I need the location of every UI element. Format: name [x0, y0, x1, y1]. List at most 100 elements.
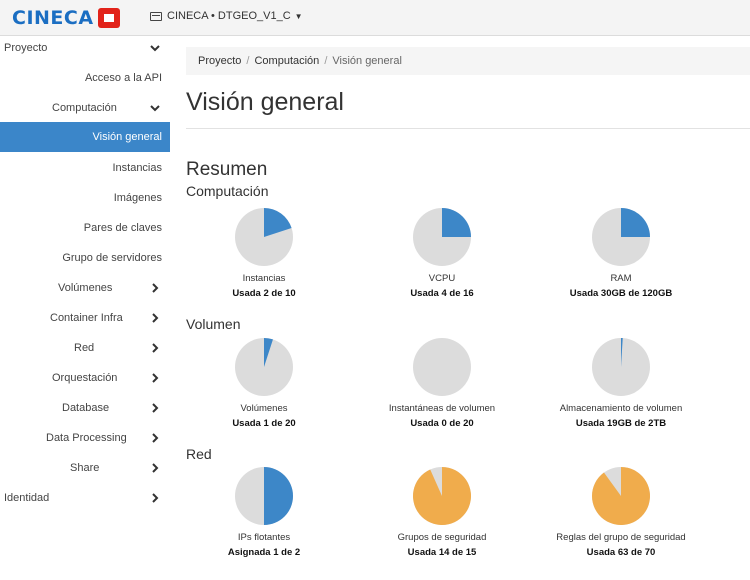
sidebar-item-label: Identidad	[4, 492, 50, 504]
logo-mark-icon	[97, 8, 120, 28]
chevron-right-icon	[152, 463, 159, 473]
top-navbar: CINECA CINECA • DTGEO_V1_C ▼	[0, 0, 750, 36]
quota-chart-vcpu: VCPU Usada 4 de 16	[352, 208, 532, 299]
sidebar-item-label: Visión general	[92, 131, 162, 143]
chevron-down-icon	[150, 45, 160, 52]
sidebar-item-instancias[interactable]: Instancias	[0, 153, 170, 183]
quota-chart-almacenamiento: Almacenamiento de volumen Usada 19GB de …	[531, 338, 711, 429]
section-heading-red: Red	[186, 446, 212, 462]
quota-name: Reglas del grupo de seguridad	[556, 532, 686, 543]
sidebar-item-vision-general[interactable]: Visión general	[0, 122, 170, 152]
sidebar-item-label: Data Processing	[46, 432, 127, 444]
sidebar-item-grupo-servidores[interactable]: Grupo de servidores	[0, 243, 170, 273]
sidebar-item-database[interactable]: Database	[0, 393, 170, 423]
quota-name: Grupos de seguridad	[397, 532, 487, 543]
pie-free-slice	[413, 338, 471, 396]
sidebar-item-proyecto[interactable]: Proyecto	[0, 33, 170, 63]
pie-used-slice	[621, 208, 650, 237]
sidebar-item-label: Acceso a la API	[84, 72, 162, 84]
quota-name: Volúmenes	[240, 403, 288, 414]
pie-used-slice	[442, 208, 471, 237]
quota-usage: Usada 0 de 20	[410, 418, 474, 429]
project-switcher-label: CINECA • DTGEO_V1_C	[167, 10, 291, 22]
summary-heading: Resumen	[186, 159, 268, 180]
quota-name: Almacenamiento de volumen	[559, 403, 683, 414]
section-heading-computacion: Computación	[186, 183, 269, 199]
quota-name: VCPU	[428, 273, 456, 284]
sidebar-item-label: Imágenes	[113, 192, 162, 204]
quota-chart-grupos-seguridad: Grupos de seguridad Usada 14 de 15	[352, 467, 532, 558]
quota-chart-volumenes: Volúmenes Usada 1 de 20	[174, 338, 354, 429]
page-title: Visión general	[186, 88, 344, 116]
quota-chart-ips-flotantes: IPs flotantes Asignada 1 de 2	[174, 467, 354, 558]
breadcrumb-separator: /	[324, 55, 328, 67]
breadcrumb: Proyecto / Computación / Visión general	[186, 47, 750, 75]
quota-usage: Usada 1 de 20	[232, 418, 296, 429]
quota-pie	[413, 338, 471, 396]
sidebar-item-label: Instancias	[112, 162, 162, 174]
quota-chart-reglas-grupo: Reglas del grupo de seguridad Usada 63 d…	[531, 467, 711, 558]
sidebar-item-data-processing[interactable]: Data Processing	[0, 423, 170, 453]
quota-name: RAM	[610, 273, 632, 284]
quota-pie	[235, 338, 293, 396]
pie-used-slice	[413, 467, 471, 525]
chevron-right-icon	[152, 493, 159, 503]
sidebar-item-acceso-api[interactable]: Acceso a la API	[0, 63, 170, 93]
quota-usage: Usada 14 de 15	[407, 547, 477, 558]
sidebar-item-label: Red	[74, 342, 95, 354]
quota-usage: Asignada 1 de 2	[227, 547, 301, 558]
quota-chart-ram: RAM Usada 30GB de 120GB	[531, 208, 711, 299]
sidebar-item-label: Orquestación	[52, 372, 118, 384]
sidebar-item-label: Share	[70, 462, 100, 474]
sidebar-item-imagenes[interactable]: Imágenes	[0, 183, 170, 213]
sidebar-item-share[interactable]: Share	[0, 453, 170, 483]
chevron-right-icon	[152, 313, 159, 323]
quota-chart-instancias: Instancias Usada 2 de 10	[174, 208, 354, 299]
section-heading-volumen: Volumen	[186, 316, 241, 332]
quota-usage: Usada 63 de 70	[586, 547, 656, 558]
quota-usage: Usada 4 de 16	[410, 288, 474, 299]
sidebar-item-label: Computación	[52, 102, 117, 114]
sidebar-item-computacion[interactable]: Computación	[0, 93, 170, 123]
quota-usage: Usada 2 de 10	[232, 288, 296, 299]
sidebar-item-container-infra[interactable]: Container Infra	[0, 303, 170, 333]
quota-usage: Usada 19GB de 2TB	[575, 418, 667, 429]
sidebar-item-label: Grupo de servidores	[62, 252, 162, 264]
breadcrumb-computacion[interactable]: Computación	[254, 55, 319, 67]
chevron-down-icon	[150, 105, 160, 112]
sidebar-item-pares-claves[interactable]: Pares de claves	[0, 213, 170, 243]
quota-pie	[413, 467, 471, 525]
quota-pie	[592, 467, 650, 525]
quota-name: IPs flotantes	[237, 532, 291, 543]
quota-usage: Usada 30GB de 120GB	[569, 288, 673, 299]
quota-pie	[592, 208, 650, 266]
caret-down-icon: ▼	[294, 11, 303, 21]
title-divider	[186, 128, 750, 129]
sidebar-item-label: Proyecto	[4, 42, 48, 54]
breadcrumb-current: Visión general	[332, 55, 402, 67]
sidebar-item-volumenes[interactable]: Volúmenes	[0, 273, 170, 303]
quota-chart-instantaneas: Instantáneas de volumen Usada 0 de 20	[352, 338, 532, 429]
chevron-right-icon	[152, 433, 159, 443]
sidebar-item-orquestacion[interactable]: Orquestación	[0, 363, 170, 393]
sidebar-item-red[interactable]: Red	[0, 333, 170, 363]
quota-pie	[235, 208, 293, 266]
chevron-right-icon	[152, 403, 159, 413]
chevron-right-icon	[152, 343, 159, 353]
sidebar-item-label: Database	[62, 402, 110, 414]
pie-used-slice	[264, 467, 293, 525]
chevron-right-icon	[152, 283, 159, 293]
chevron-right-icon	[152, 373, 159, 383]
sidebar-item-label: Container Infra	[50, 312, 123, 324]
logo-text: CINECA	[12, 7, 94, 29]
project-switcher[interactable]: CINECA • DTGEO_V1_C ▼	[150, 10, 303, 22]
quota-pie	[413, 208, 471, 266]
quota-pie	[592, 338, 650, 396]
quota-pie	[235, 467, 293, 525]
sidebar-item-identidad[interactable]: Identidad	[0, 483, 170, 513]
quota-name: Instantáneas de volumen	[388, 403, 496, 414]
breadcrumb-separator: /	[246, 55, 250, 67]
sidebar: Proyecto Acceso a la API Computación Vis…	[0, 37, 170, 580]
breadcrumb-proyecto[interactable]: Proyecto	[198, 55, 241, 67]
cineca-logo[interactable]: CINECA	[12, 6, 120, 30]
